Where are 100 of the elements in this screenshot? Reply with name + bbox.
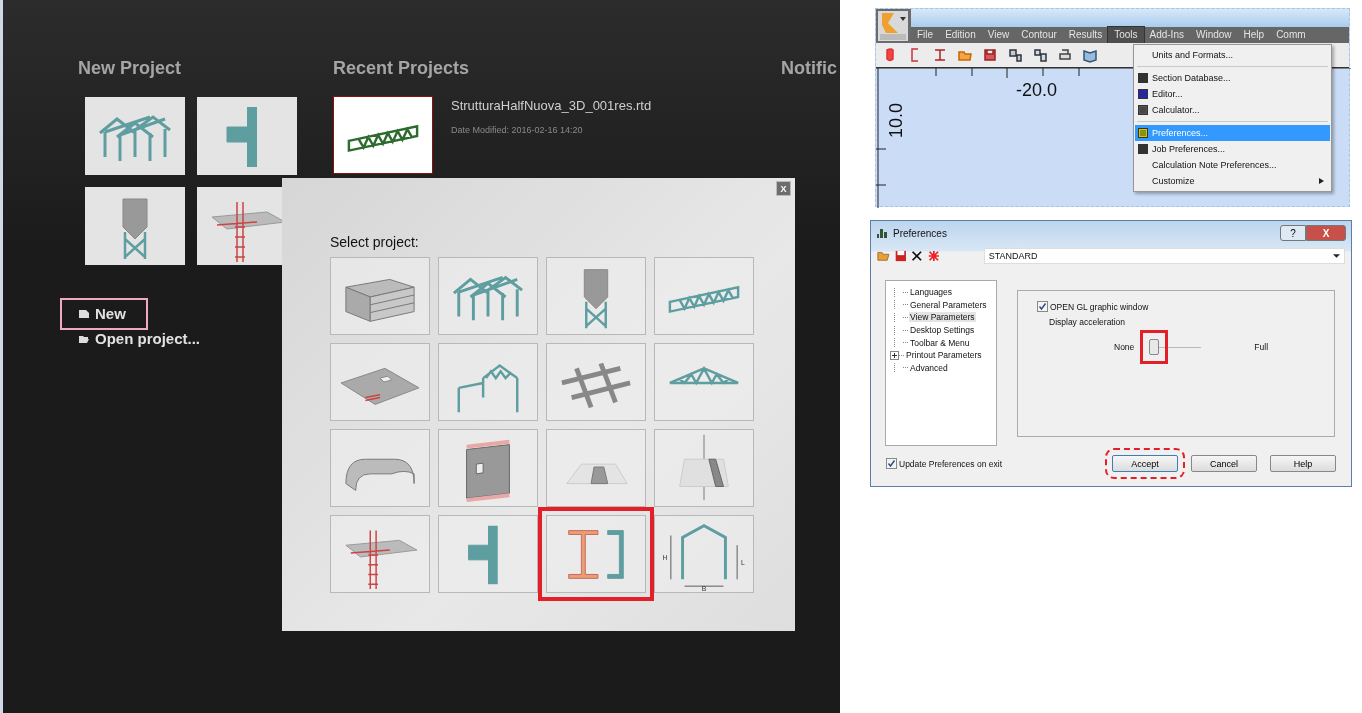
- tree-item[interactable]: Printout Parameters: [905, 350, 983, 361]
- project-template-tile[interactable]: [197, 97, 297, 175]
- menu-entry[interactable]: Customize: [1135, 173, 1330, 189]
- slider-min-label: None: [1114, 342, 1135, 352]
- project-type-tile[interactable]: [330, 429, 430, 507]
- ruler-label: 10.0: [886, 102, 907, 138]
- frame-profile-drawing: [670, 524, 738, 587]
- truss-drawing: [668, 285, 740, 313]
- truss-drawing: [347, 124, 419, 152]
- caret-icon: [1332, 254, 1340, 258]
- section-title: Recent Projects: [333, 58, 471, 79]
- silo-drawing: [583, 269, 609, 330]
- recent-project-link[interactable]: StrutturaHalfNuova_3D_001res.rtd: [451, 98, 652, 113]
- folder-icon[interactable]: [877, 249, 891, 263]
- menu-item-icon: [1138, 144, 1148, 154]
- table-icon[interactable]: [1032, 47, 1048, 63]
- dialog-button[interactable]: Cancel: [1191, 455, 1257, 472]
- joint-drawing: [226, 107, 257, 167]
- menu-entry[interactable]: Editor...: [1135, 86, 1330, 102]
- date-modified-text: Date Modified: 2016-02-16 14:20: [451, 125, 584, 135]
- printer-icon[interactable]: [1057, 47, 1073, 63]
- menu-item[interactable]: File: [911, 27, 940, 43]
- project-type-tile[interactable]: [546, 257, 646, 335]
- project-type-tile[interactable]: [654, 257, 754, 335]
- tree-item[interactable]: Toolbar & Menu: [909, 337, 971, 348]
- slider-max-label: Full: [1254, 342, 1269, 352]
- tree-item[interactable]: View Parameters: [909, 312, 976, 323]
- close-button[interactable]: X: [776, 181, 791, 196]
- project-type-tile[interactable]: [330, 257, 430, 335]
- menu-item-icon: [1138, 73, 1148, 83]
- menu-entry[interactable]: Calculation Note Preferences...: [1135, 157, 1330, 173]
- setting-label: Display acceleration: [1049, 317, 1127, 327]
- tree-item[interactable]: Desktop Settings: [909, 325, 976, 336]
- menu-item-icon: [1138, 89, 1148, 99]
- recent-project-thumbnail[interactable]: [333, 96, 433, 174]
- project-type-tile[interactable]: [438, 515, 538, 593]
- project-type-tile[interactable]: [654, 429, 754, 507]
- menu-entry[interactable]: Calculator...: [1135, 102, 1330, 118]
- building-drawing: [345, 278, 415, 322]
- menu-item[interactable]: Help: [1237, 27, 1271, 43]
- roof-truss-drawing: [668, 365, 740, 386]
- wall-drawing: [464, 439, 512, 503]
- close-button[interactable]: X: [1306, 225, 1346, 241]
- menu-item[interactable]: Comm: [1270, 27, 1312, 43]
- delete-icon[interactable]: [910, 249, 924, 263]
- slider-thumb[interactable]: [1149, 339, 1160, 355]
- help-button[interactable]: ?: [1280, 225, 1306, 241]
- save-icon[interactable]: [893, 249, 908, 263]
- save-icon[interactable]: [982, 47, 998, 63]
- start-action-link[interactable]: New: [60, 298, 148, 330]
- silo-drawing: [122, 198, 148, 261]
- menu-entry[interactable]: Section Database...: [1135, 70, 1330, 86]
- project-type-tile[interactable]: [438, 257, 538, 335]
- tree-item[interactable]: Languages: [909, 287, 954, 298]
- folder-icon: [78, 334, 90, 344]
- profile-dropdown[interactable]: STANDARD: [983, 248, 1345, 264]
- checkbox-label: OPEN GL graphic window: [1050, 301, 1149, 312]
- menu-item[interactable]: Results: [1062, 27, 1109, 43]
- dialog-heading: Select project:: [330, 234, 420, 250]
- section-title: Notific: [781, 58, 838, 79]
- menu-item[interactable]: Edition: [939, 27, 982, 43]
- frame-drawing: [452, 275, 524, 322]
- ruler-label: -20.0: [1016, 80, 1058, 101]
- tree-item[interactable]: General Parameters: [909, 299, 988, 310]
- dialog-button[interactable]: Help: [1270, 455, 1336, 472]
- menu-item-icon: [1138, 105, 1148, 115]
- checkbox[interactable]: [886, 458, 897, 469]
- beam-icon[interactable]: [932, 47, 948, 63]
- project-type-tile[interactable]: [546, 429, 646, 507]
- project-type-tile[interactable]: [546, 343, 646, 421]
- portal-frame-drawing: [457, 363, 519, 414]
- curved-wall-drawing: [345, 458, 415, 491]
- project-type-tile[interactable]: [330, 515, 430, 593]
- bar-chart-icon: [876, 227, 888, 239]
- menu-entry[interactable]: Job Preferences...: [1135, 141, 1330, 157]
- section-title: New Project: [78, 58, 183, 79]
- menu-item[interactable]: Add-Ins: [1143, 27, 1190, 43]
- project-type-tile[interactable]: [330, 343, 430, 421]
- book-icon[interactable]: [1082, 47, 1098, 63]
- menu-entry[interactable]: Units and Formats...: [1135, 47, 1330, 63]
- expand-icon[interactable]: [890, 350, 899, 360]
- menu-item[interactable]: Window: [1189, 27, 1238, 43]
- project-type-tile[interactable]: [438, 343, 538, 421]
- checkbox-label: Update Preferences on exit: [899, 458, 1002, 469]
- project-type-tile[interactable]: [438, 429, 538, 507]
- document-icon: [78, 309, 90, 319]
- tree-item[interactable]: Advanced: [909, 362, 949, 373]
- project-type-tile[interactable]: [654, 343, 754, 421]
- project-template-tile[interactable]: [85, 97, 185, 175]
- star-icon[interactable]: [926, 249, 941, 263]
- joint-drawing: [468, 525, 498, 585]
- checkbox[interactable]: [1037, 301, 1048, 312]
- project-template-tile[interactable]: [85, 187, 185, 265]
- menu-item[interactable]: Contour: [1015, 27, 1063, 43]
- dialog-title: Preferences: [893, 227, 947, 239]
- menu-item-icon: [1138, 128, 1148, 138]
- menu-item[interactable]: View: [981, 27, 1016, 43]
- beam-sections-drawing: [568, 530, 624, 579]
- table-icon[interactable]: [1007, 47, 1023, 63]
- menu-item[interactable]: Tools: [1108, 27, 1144, 43]
